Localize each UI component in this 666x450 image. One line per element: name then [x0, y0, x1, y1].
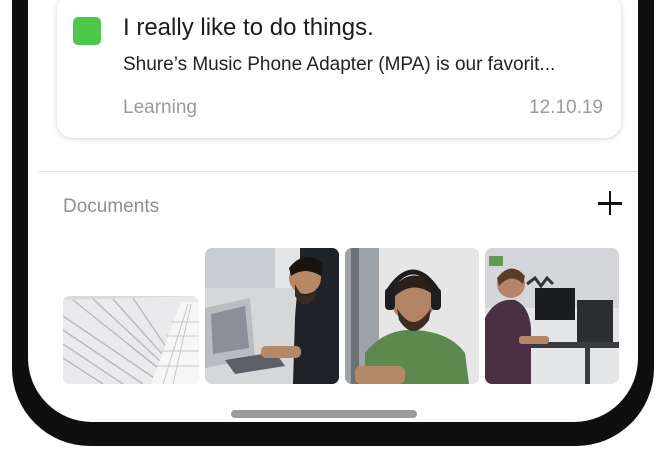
- man-with-laptop-photo-thumbnail[interactable]: [205, 248, 339, 384]
- phone-screen: I really like to do things. Shure’s Musi…: [28, 0, 638, 422]
- green-square-icon: [73, 17, 101, 45]
- note-title: I really like to do things.: [123, 14, 374, 41]
- note-excerpt: Shure’s Music Phone Adapter (MPA) is our…: [123, 54, 556, 75]
- man-with-headphones-photo-thumbnail[interactable]: [345, 248, 479, 384]
- home-indicator[interactable]: [231, 410, 417, 418]
- documents-heading: Documents: [63, 196, 160, 217]
- phone-screenshot: I really like to do things. Shure’s Musi…: [0, 0, 666, 450]
- note-date: 12.10.19: [529, 97, 603, 118]
- architecture-photo-thumbnail[interactable]: [63, 296, 199, 384]
- plus-icon[interactable]: [594, 188, 626, 220]
- note-card[interactable]: I really like to do things. Shure’s Musi…: [57, 0, 621, 138]
- note-category: Learning: [123, 97, 197, 118]
- section-divider: [38, 171, 638, 172]
- person-at-desk-photo-thumbnail[interactable]: [485, 248, 619, 384]
